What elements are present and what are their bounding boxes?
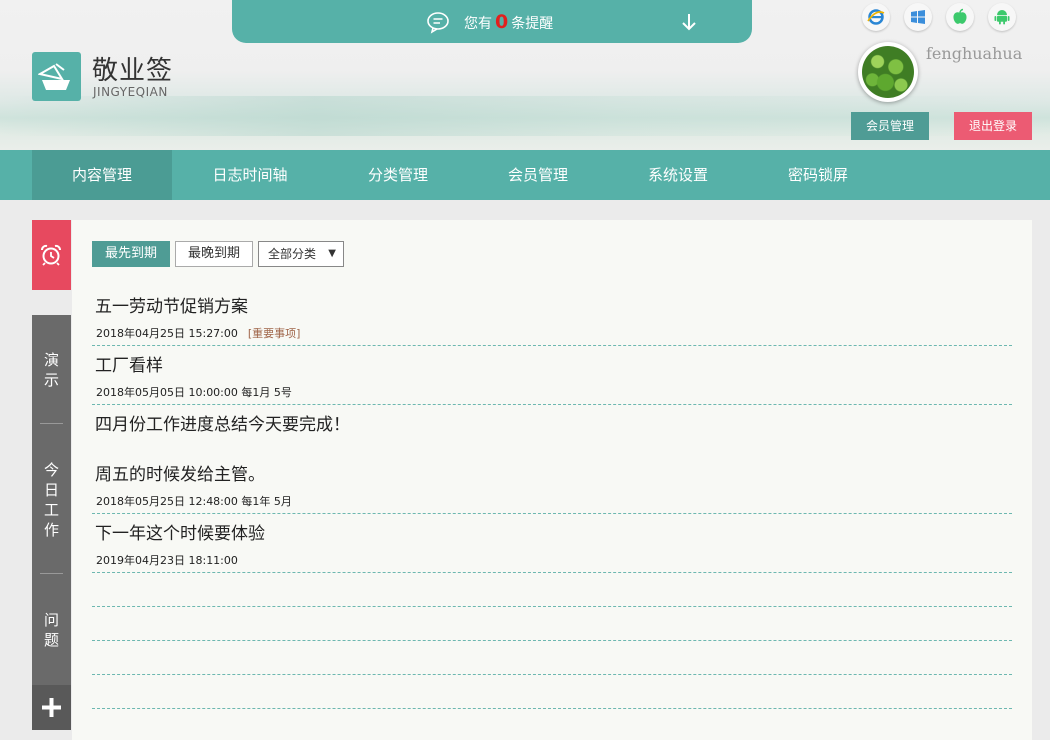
side-divider bbox=[40, 423, 63, 424]
brand-subtitle: JINGYEQIAN bbox=[93, 85, 168, 99]
header: 您有 0 条提醒 敬业签 JINGYEQIAN fenghuahua 会员管理 退出… bbox=[0, 0, 1050, 150]
side-tab-issues[interactable]: 问题 bbox=[32, 610, 71, 650]
divider bbox=[92, 606, 1012, 607]
divider bbox=[92, 572, 1012, 573]
reminder-suffix: 条提醒 bbox=[511, 16, 554, 32]
chevron-down-icon: ▼ bbox=[328, 248, 336, 259]
logout-button[interactable]: 退出登录 bbox=[954, 112, 1032, 140]
entry-datetime: 2018年05月05日 10:00:00 每1月 5号 bbox=[96, 386, 292, 399]
logo-icon[interactable] bbox=[32, 52, 81, 101]
divider bbox=[92, 345, 1012, 346]
brand-title: 敬业签 bbox=[92, 56, 174, 86]
category-tabs: 演示 今日工作 问题 bbox=[32, 315, 71, 685]
main-nav: 内容管理 日志时间轴 分类管理 会员管理 系统设置 密码锁屏 bbox=[0, 150, 1050, 200]
username: fenghuahua bbox=[926, 44, 1023, 63]
arrow-down-icon[interactable] bbox=[680, 12, 698, 32]
entry-title: 工厂看样 bbox=[95, 356, 163, 376]
entry-meta: 2019年04月23日 18:11:00 bbox=[96, 552, 238, 568]
side-tab-today[interactable]: 今日工作 bbox=[32, 460, 71, 540]
entry-meta: 2018年04月25日 15:27:00 [重要事项] bbox=[96, 325, 300, 341]
entry-tag: [重要事项] bbox=[247, 327, 301, 340]
divider bbox=[92, 674, 1012, 675]
entry-meta: 2018年05月05日 10:00:00 每1月 5号 bbox=[96, 384, 292, 400]
nav-system-settings[interactable]: 系统设置 bbox=[608, 150, 748, 200]
avatar-image bbox=[862, 46, 914, 98]
side-tab-today-label: 今日工作 bbox=[43, 461, 59, 539]
entry-meta: 2018年05月25日 12:48:00 每1年 5月 bbox=[96, 493, 292, 509]
divider bbox=[92, 404, 1012, 405]
add-category-button[interactable] bbox=[32, 685, 71, 730]
entry-datetime: 2018年05月25日 12:48:00 每1年 5月 bbox=[96, 495, 292, 508]
android-icon[interactable] bbox=[988, 3, 1016, 31]
member-management-button[interactable]: 会员管理 bbox=[851, 112, 929, 140]
platform-downloads bbox=[862, 3, 1022, 31]
sort-latest-button[interactable]: 最晚到期 bbox=[175, 241, 253, 267]
category-select-value: 全部分类 bbox=[268, 247, 317, 261]
divider bbox=[92, 640, 1012, 641]
ie-icon[interactable] bbox=[862, 3, 890, 31]
entry-datetime: 2019年04月23日 18:11:00 bbox=[96, 554, 238, 567]
reminder-text: 您有 0 条提醒 bbox=[464, 12, 553, 34]
side-tab-demo[interactable]: 演示 bbox=[32, 350, 71, 390]
nav-category-management[interactable]: 分类管理 bbox=[328, 150, 468, 200]
side-tab-demo-label: 演示 bbox=[43, 351, 59, 389]
side-tab-issues-label: 问题 bbox=[43, 611, 59, 649]
nav-content-management[interactable]: 内容管理 bbox=[32, 150, 172, 200]
category-select[interactable]: 全部分类 ▼ bbox=[258, 241, 344, 267]
alarm-tab[interactable] bbox=[32, 220, 71, 290]
plus-icon bbox=[42, 698, 61, 717]
chat-icon bbox=[427, 12, 449, 34]
windows-icon[interactable] bbox=[904, 3, 932, 31]
nav-password-lock[interactable]: 密码锁屏 bbox=[748, 150, 888, 200]
entry-datetime: 2018年04月25日 15:27:00 bbox=[96, 327, 238, 340]
divider bbox=[92, 513, 1012, 514]
reminder-count: 0 bbox=[495, 11, 509, 33]
nav-member-management[interactable]: 会员管理 bbox=[468, 150, 608, 200]
entry-title: 下一年这个时候要体验 bbox=[95, 524, 265, 544]
entry-title: 五一劳动节促销方案 bbox=[95, 297, 248, 317]
entry-title: 四月份工作进度总结今天要完成！ bbox=[95, 415, 350, 435]
entry-title-line2: 周五的时候发给主管。 bbox=[95, 465, 265, 485]
nav-log-timeline[interactable]: 日志时间轴 bbox=[180, 150, 320, 200]
apple-icon[interactable] bbox=[946, 3, 974, 31]
sort-earliest-button[interactable]: 最先到期 bbox=[92, 241, 170, 267]
avatar[interactable] bbox=[858, 42, 918, 102]
reminder-bar[interactable]: 您有 0 条提醒 bbox=[232, 0, 752, 43]
divider bbox=[92, 708, 1012, 709]
alarm-clock-icon bbox=[41, 244, 61, 266]
content-panel: 最先到期 最晚到期 全部分类 ▼ 五一劳动节促销方案 2018年04月25日 1… bbox=[72, 220, 1032, 740]
reminder-prefix: 您有 bbox=[464, 16, 492, 32]
side-divider bbox=[40, 573, 63, 574]
